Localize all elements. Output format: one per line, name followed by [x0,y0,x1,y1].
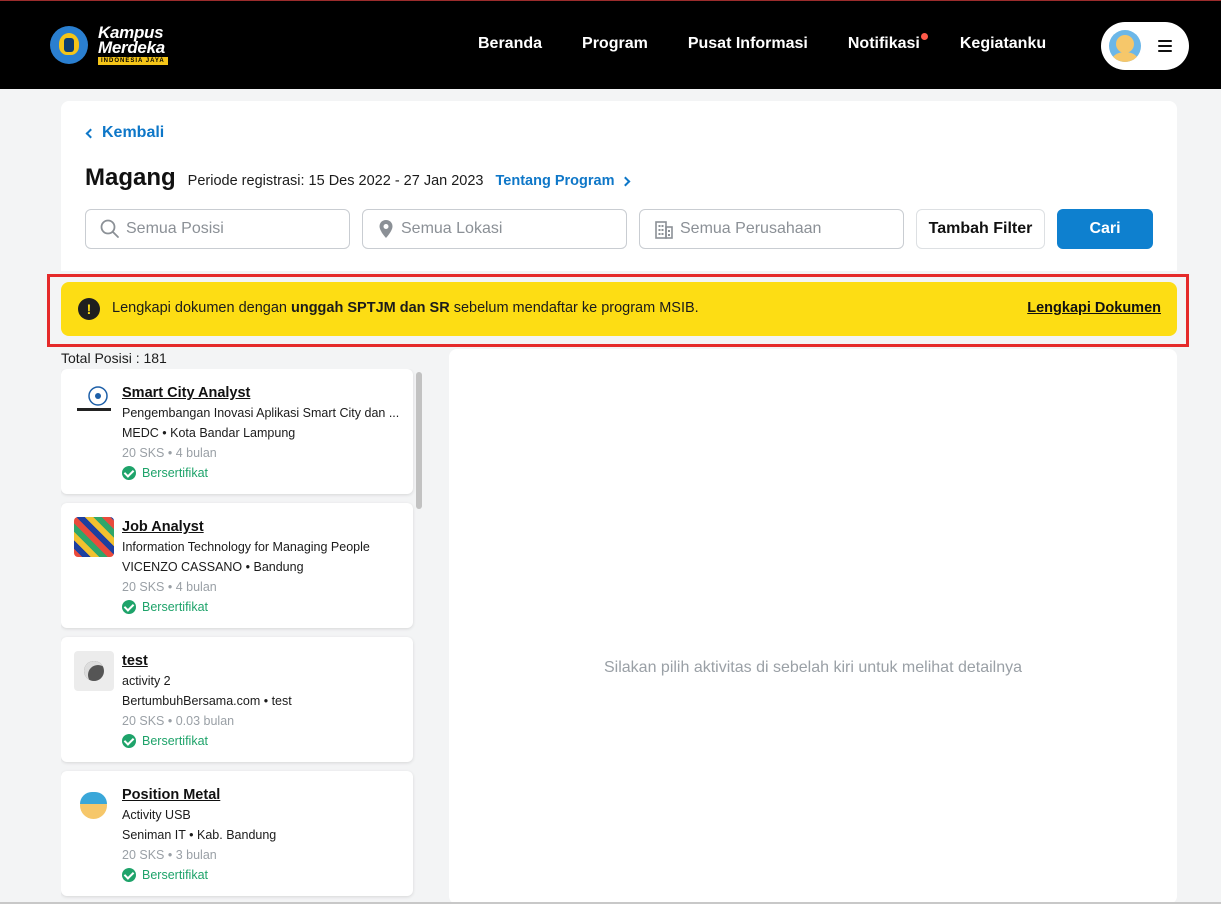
position-activity: Activity USB [122,808,191,822]
list-item[interactable]: Position Metal Activity USB Seniman IT •… [61,771,413,896]
position-meta: 20 SKS • 4 bulan [122,580,217,594]
building-icon [655,221,673,239]
position-title[interactable]: Position Metal [122,787,220,803]
logo-text: Kampus Merdeka INDONESIA JAYA [98,24,168,65]
back-label: Kembali [102,124,165,141]
alert-text-after: sebelum mendaftar ke program MSIB. [449,300,699,316]
certified-label: Bersertifikat [142,868,208,882]
top-navbar: Kampus Merdeka INDONESIA JAYA Beranda Pr… [0,0,1221,89]
list-scrollbar[interactable] [416,372,422,509]
notification-dot-icon [920,33,928,40]
position-title[interactable]: test [122,653,148,669]
position-company: MEDC • Kota Bandar Lampung [122,426,296,440]
hamburger-menu-icon [1158,40,1172,52]
list-item[interactable]: test activity 2 BertumbuhBersama.com • t… [61,637,413,762]
alert-text-before: Lengkapi dokumen dengan [112,300,291,316]
position-company: VICENZO CASSANO • Bandung [122,560,304,574]
certified-badge: Bersertifikat [122,466,208,480]
company-logo [74,383,114,423]
position-meta: 20 SKS • 4 bulan [122,446,217,460]
list-item[interactable]: Smart City Analyst Pengembangan Inovasi … [61,369,413,494]
search-header-card: Kembali Magang Periode registrasi: 15 De… [61,101,1177,271]
nav-pusat-informasi[interactable]: Pusat Informasi [688,35,808,53]
nav-program[interactable]: Program [582,35,648,53]
position-meta: 20 SKS • 3 bulan [122,848,217,862]
certified-badge: Bersertifikat [122,600,208,614]
tentang-program-link[interactable]: Tentang Program [495,173,631,189]
kampus-merdeka-logo[interactable]: Kampus Merdeka INDONESIA JAYA [50,24,168,65]
position-activity: activity 2 [122,674,171,688]
detail-panel: Silakan pilih aktivitas di sebelah kiri … [449,349,1177,904]
nav-notifikasi-label: Notifikasi [847,35,920,52]
nav-beranda[interactable]: Beranda [478,35,542,53]
registration-period: Periode registrasi: 15 Des 2022 - 27 Jan… [187,173,484,189]
kemdikbud-emblem-icon [50,26,88,64]
certified-badge: Bersertifikat [122,734,208,748]
document-alert-banner: ! Lengkapi dokumen dengan unggah SPTJM d… [61,282,1177,336]
perusahaan-search-input[interactable] [680,220,880,238]
posisi-search-field [85,209,350,249]
position-meta: 20 SKS • 0.03 bulan [122,714,235,728]
tentang-program-label: Tentang Program [495,173,615,189]
nav-links: Beranda Program Pusat Informasi Notifika… [478,33,1046,53]
tambah-filter-button[interactable]: Tambah Filter [916,209,1045,249]
alert-message: Lengkapi dokumen dengan unggah SPTJM dan… [112,300,699,316]
chevron-left-icon [85,128,96,138]
search-icon [100,219,119,238]
verified-check-icon [122,466,136,480]
cari-button[interactable]: Cari [1057,209,1153,249]
page-title: Magang [85,164,176,191]
profile-menu-button[interactable] [1101,22,1189,70]
position-list: Smart City Analyst Pengembangan Inovasi … [61,369,425,904]
list-item[interactable]: Job Analyst Information Technology for M… [61,503,413,628]
lokasi-search-input[interactable] [401,220,601,238]
exclamation-icon: ! [78,298,100,320]
location-pin-icon [379,220,393,238]
company-logo [74,517,114,557]
chevron-right-icon [621,176,631,186]
avatar [1109,30,1141,62]
position-title[interactable]: Smart City Analyst [122,385,250,401]
verified-check-icon [122,600,136,614]
certified-label: Bersertifikat [142,600,208,614]
company-logo [74,785,114,825]
certified-label: Bersertifikat [142,734,208,748]
nav-kegiatanku[interactable]: Kegiatanku [960,35,1046,53]
company-logo [74,651,114,691]
perusahaan-search-field [639,209,904,249]
position-company: Seniman IT • Kab. Bandung [122,828,277,842]
back-link[interactable]: Kembali [85,124,165,142]
title-row: Magang Periode registrasi: 15 Des 2022 -… [85,164,631,192]
position-activity: Information Technology for Managing Peop… [122,540,370,554]
position-activity: Pengembangan Inovasi Aplikasi Smart City… [122,406,400,420]
position-title[interactable]: Job Analyst [122,519,204,535]
total-posisi-count: Total Posisi : 181 [61,350,167,366]
certified-label: Bersertifikat [142,466,208,480]
alert-text-bold: unggah SPTJM dan SR [290,300,450,316]
lengkapi-dokumen-link[interactable]: Lengkapi Dokumen [1027,300,1161,316]
lokasi-search-field [362,209,627,249]
verified-check-icon [122,868,136,882]
logo-line-2: Merdeka [98,38,165,57]
verified-check-icon [122,734,136,748]
certified-badge: Bersertifikat [122,868,208,882]
empty-detail-message: Silakan pilih aktivitas di sebelah kiri … [604,659,1022,676]
nav-notifikasi[interactable]: Notifikasi [847,33,928,53]
posisi-search-input[interactable] [126,220,326,238]
position-company: BertumbuhBersama.com • test [122,694,292,708]
logo-tagline: INDONESIA JAYA [98,57,168,65]
